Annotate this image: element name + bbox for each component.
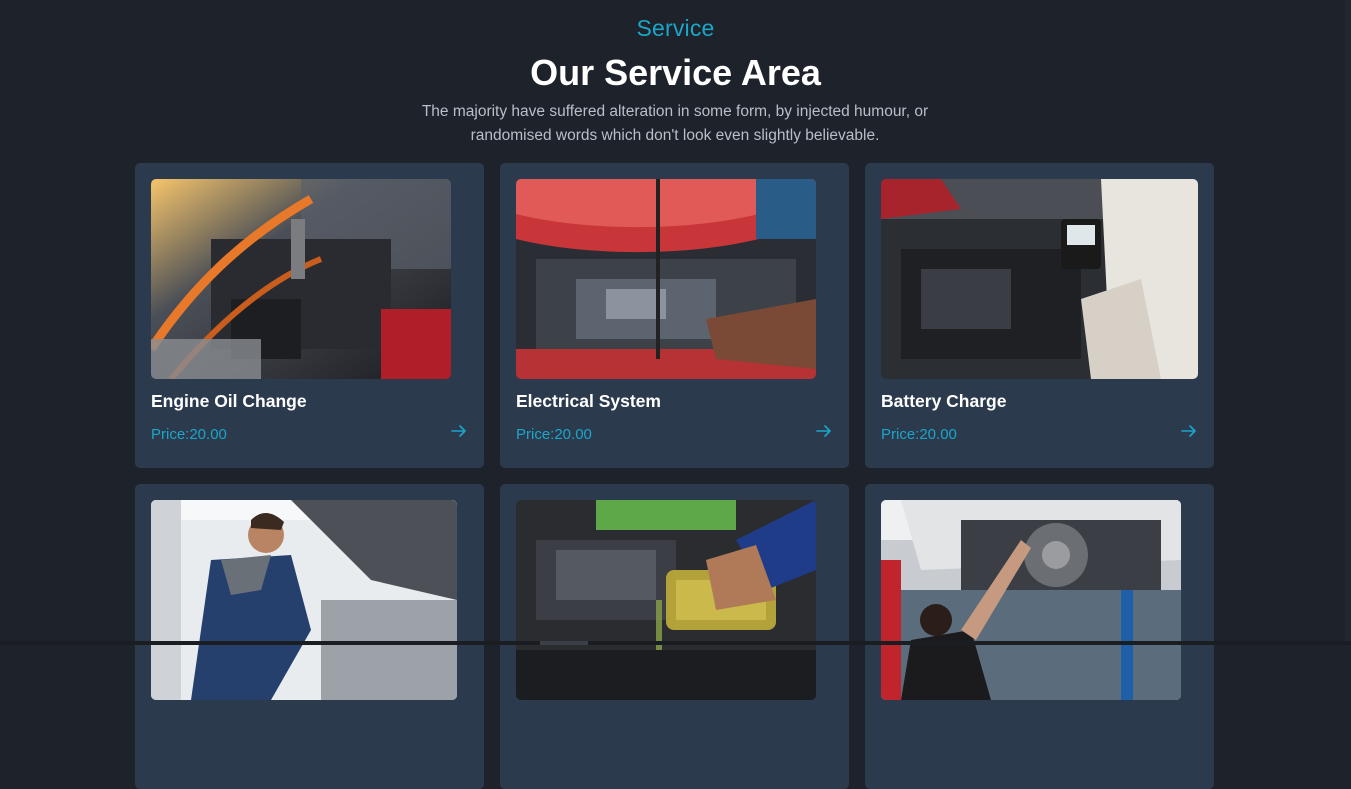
battery-tester-photo (881, 179, 1198, 379)
jumper-cables-engine-photo (151, 179, 451, 379)
section-description: The majority have suffered alteration in… (421, 103, 929, 144)
service-card[interactable] (135, 484, 484, 789)
section-eyebrow: Service (636, 15, 715, 41)
horizontal-scrollbar[interactable] (0, 641, 1351, 645)
service-price: Price:20.00 (151, 426, 227, 443)
arrow-right-icon[interactable] (815, 422, 833, 440)
service-price: Price:20.00 (881, 426, 957, 443)
service-card[interactable] (500, 484, 849, 789)
service-card[interactable]: Electrical System Price:20.00 (500, 163, 849, 468)
mechanic-open-hood-photo (516, 179, 816, 379)
service-title: Electrical System (516, 391, 661, 411)
arrow-right-icon[interactable] (450, 422, 468, 440)
brake-disc-inspection-photo (881, 500, 1181, 700)
arrow-right-icon[interactable] (1180, 422, 1198, 440)
service-title: Battery Charge (881, 391, 1007, 411)
pouring-engine-oil-photo (516, 500, 816, 700)
service-card[interactable]: Engine Oil Change Price:20.00 (135, 163, 484, 468)
horizontal-scrollbar-thumb[interactable] (540, 641, 588, 645)
service-card[interactable] (865, 484, 1214, 789)
service-price: Price:20.00 (516, 426, 592, 443)
vertical-scrollbar[interactable] (1345, 0, 1351, 645)
mechanic-leaning-engine-photo (151, 500, 457, 700)
section-title: Our Service Area (530, 52, 821, 93)
service-card[interactable]: Battery Charge Price:20.00 (865, 163, 1214, 468)
services-grid: Engine Oil Change Price:20.00 Electrical… (135, 163, 1214, 789)
service-title: Engine Oil Change (151, 391, 307, 411)
